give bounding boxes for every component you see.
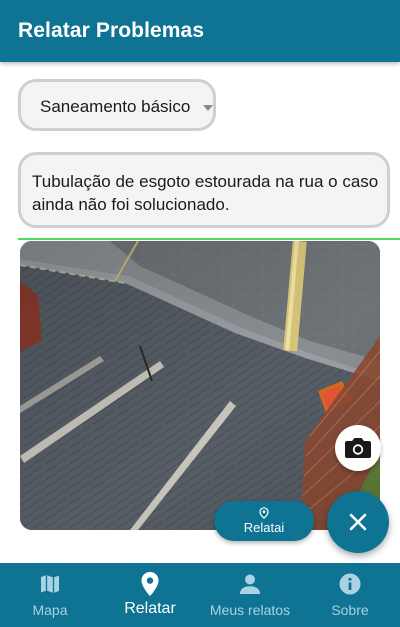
photo-image: [20, 241, 380, 530]
page-title: Relatar Problemas: [18, 19, 205, 42]
category-selected-value: Saneamento básico: [40, 97, 191, 116]
relatai-label: Relatai: [243, 520, 285, 535]
nav-item-relatar[interactable]: Relatar: [100, 563, 200, 627]
location-pin-icon: [141, 572, 159, 596]
category-dropdown[interactable]: Saneamento básico: [18, 79, 216, 131]
dropdown-arrow-icon: [203, 105, 213, 111]
nav-item-mapa[interactable]: Mapa: [0, 563, 100, 627]
description-text: Tubulação de esgoto estourada na rua o c…: [32, 172, 379, 214]
bottom-navigation: Mapa Relatar Meus relatos Sobre: [0, 563, 400, 627]
nav-label-relatar: Relatar: [124, 600, 176, 617]
nav-label-sobre: Sobre: [331, 602, 369, 618]
close-fab-button[interactable]: [327, 491, 389, 553]
field-focus-line: [18, 238, 400, 240]
nav-label-mapa: Mapa: [32, 602, 68, 618]
description-field[interactable]: Tubulação de esgoto estourada na rua o c…: [18, 152, 390, 228]
camera-icon: [345, 438, 371, 458]
app-bar: Relatar Problemas: [0, 0, 400, 62]
info-icon: [339, 573, 361, 595]
close-icon: [349, 513, 367, 531]
relatai-button[interactable]: Relatai: [214, 501, 314, 541]
nav-label-meus-relatos: Meus relatos: [209, 602, 291, 618]
problem-photo: [20, 241, 380, 530]
nav-item-meus-relatos[interactable]: Meus relatos: [200, 563, 300, 627]
person-icon: [240, 574, 260, 594]
nav-item-sobre[interactable]: Sobre: [300, 563, 400, 627]
location-pin-icon: [259, 507, 269, 519]
camera-button[interactable]: [335, 425, 381, 471]
map-icon: [41, 575, 59, 593]
